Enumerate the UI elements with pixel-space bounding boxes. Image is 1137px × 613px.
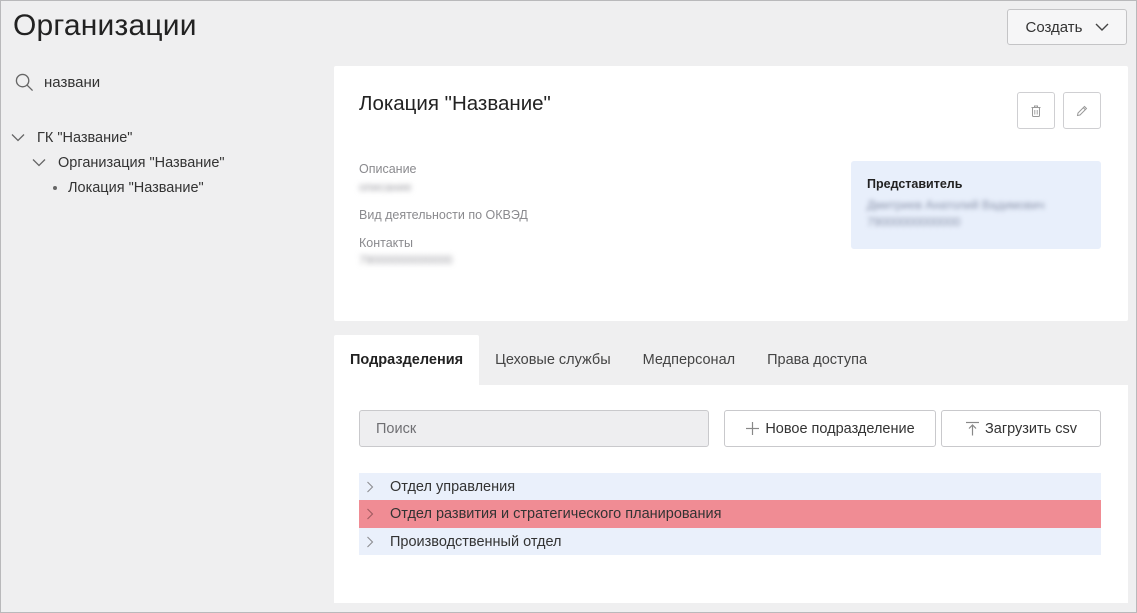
page-title: Организации bbox=[13, 9, 197, 42]
department-row[interactable]: Производственный отдел bbox=[359, 528, 1101, 555]
organization-tree: ГК "Название" Организация "Название" Лок… bbox=[11, 125, 225, 200]
tab-access-rights[interactable]: Права доступа bbox=[751, 335, 883, 385]
contacts-value: 79000000000000 bbox=[359, 253, 453, 267]
representative-value: Дмитриев Анатолий Вадимович 790000000000… bbox=[867, 198, 1045, 229]
delete-button[interactable] bbox=[1017, 92, 1055, 129]
tree-item-label: Организация "Название" bbox=[58, 154, 225, 171]
tree-item-organization[interactable]: Организация "Название" bbox=[11, 150, 225, 175]
chevron-right-icon[interactable] bbox=[366, 481, 374, 493]
departments-panel: Новое подразделение Загрузить csv Отдел … bbox=[334, 385, 1128, 603]
department-search-input[interactable] bbox=[359, 410, 709, 447]
create-button[interactable]: Создать bbox=[1007, 9, 1127, 45]
upload-icon bbox=[966, 421, 979, 436]
department-label: Производственный отдел bbox=[390, 533, 562, 550]
create-button-label: Создать bbox=[1025, 18, 1083, 36]
tree-item-label: ГК "Название" bbox=[37, 129, 133, 146]
okved-label: Вид деятельности по ОКВЭД bbox=[359, 208, 528, 222]
tree-item-group[interactable]: ГК "Название" bbox=[11, 125, 225, 150]
chevron-right-icon[interactable] bbox=[366, 536, 374, 548]
representative-box: Представитель Дмитриев Анатолий Вадимови… bbox=[851, 161, 1101, 249]
bullet-icon bbox=[53, 185, 57, 190]
department-row[interactable]: Отдел развития и стратегического планиро… bbox=[359, 500, 1101, 528]
sidebar-search[interactable]: названи bbox=[15, 73, 100, 92]
plus-icon bbox=[746, 422, 760, 435]
trash-icon bbox=[1031, 105, 1041, 117]
department-list: Отдел управления Отдел развития и страте… bbox=[359, 473, 1101, 555]
edit-button[interactable] bbox=[1063, 92, 1101, 129]
upload-csv-label: Загрузить csv bbox=[985, 420, 1077, 437]
department-label: Отдел развития и стратегического планиро… bbox=[390, 506, 722, 522]
location-title: Локация "Название" bbox=[359, 92, 551, 115]
pencil-icon bbox=[1076, 105, 1088, 116]
tree-item-label: Локация "Название" bbox=[68, 179, 204, 196]
chevron-down-icon[interactable] bbox=[11, 133, 25, 142]
tree-item-location[interactable]: Локация "Название" bbox=[11, 175, 225, 200]
department-label: Отдел управления bbox=[390, 478, 516, 495]
tabs-bar: Подразделения Цеховые службы Медперсонал… bbox=[334, 335, 883, 385]
description-value: описание bbox=[359, 180, 412, 194]
tab-shop-services[interactable]: Цеховые службы bbox=[479, 335, 627, 385]
chevron-down-icon[interactable] bbox=[32, 158, 46, 167]
location-card: Локация "Название" Описание описание Вид… bbox=[334, 66, 1128, 321]
search-icon bbox=[15, 73, 34, 92]
tab-departments[interactable]: Подразделения bbox=[334, 335, 480, 385]
description-label: Описание bbox=[359, 162, 417, 176]
representative-title: Представитель bbox=[867, 177, 963, 191]
chevron-right-icon[interactable] bbox=[366, 508, 374, 520]
contacts-label: Контакты bbox=[359, 236, 413, 250]
upload-csv-button[interactable]: Загрузить csv bbox=[941, 410, 1101, 447]
chevron-down-icon bbox=[1095, 23, 1108, 31]
new-department-button[interactable]: Новое подразделение bbox=[724, 410, 936, 447]
department-row[interactable]: Отдел управления bbox=[359, 473, 1101, 500]
tab-medical-staff[interactable]: Медперсонал bbox=[627, 335, 751, 385]
sidebar-search-value[interactable]: названи bbox=[44, 74, 100, 91]
new-department-label: Новое подразделение bbox=[765, 420, 915, 437]
